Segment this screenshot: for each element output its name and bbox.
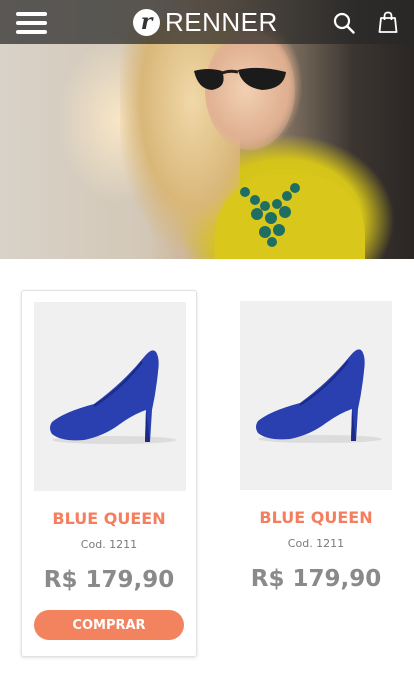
brand-logo[interactable]: r RENNER <box>133 7 278 37</box>
product-name[interactable]: BLUE QUEEN <box>22 509 196 528</box>
top-header: r RENNER <box>0 0 414 44</box>
blue-pump-shoe-image <box>256 349 382 443</box>
menu-icon[interactable] <box>16 12 47 34</box>
buy-button[interactable]: COMPRAR <box>34 610 184 640</box>
product-image[interactable] <box>240 301 392 490</box>
shopping-bag-icon[interactable] <box>378 11 398 33</box>
product-code: Cod. 1211 <box>80 538 138 551</box>
brand-name: RENNER <box>165 6 278 37</box>
product-name[interactable]: BLUE QUEEN <box>228 508 404 527</box>
brand-mark: r <box>133 8 160 36</box>
blue-pump-shoe-image <box>50 350 176 444</box>
product-price: R$ 179,90 <box>250 566 382 592</box>
product-code: Cod. 1211 <box>287 537 345 550</box>
sunglasses-graphic <box>194 67 286 90</box>
product-card[interactable]: BLUE QUEEN Cod. 1211 R$ 179,90 COMPRAR <box>21 290 197 657</box>
product-price: R$ 179,90 <box>43 567 175 593</box>
product-list: BLUE QUEEN Cod. 1211 R$ 179,90 COMPRAR B… <box>0 259 414 691</box>
product-card[interactable]: BLUE QUEEN Cod. 1211 R$ 179,90 <box>228 290 404 657</box>
product-image[interactable] <box>34 302 186 491</box>
hero-banner: r RENNER <box>0 0 414 259</box>
search-icon[interactable] <box>333 12 355 34</box>
necklace-graphic <box>240 183 300 247</box>
